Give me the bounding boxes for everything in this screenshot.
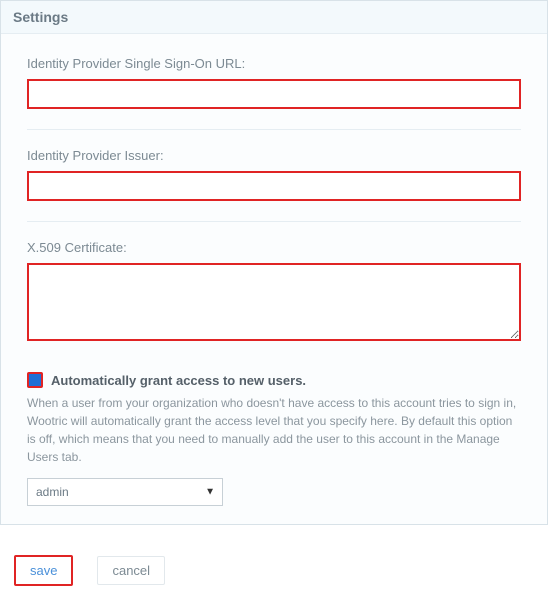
save-button[interactable]: save	[14, 555, 73, 586]
divider	[27, 129, 521, 130]
cert-textarea[interactable]	[27, 263, 521, 341]
issuer-input[interactable]	[27, 171, 521, 201]
role-select[interactable]: admin	[27, 478, 223, 506]
divider	[27, 221, 521, 222]
checkbox-icon[interactable]	[27, 372, 43, 388]
auto-grant-help: When a user from your organization who d…	[27, 394, 521, 466]
issuer-label: Identity Provider Issuer:	[27, 148, 521, 163]
auto-grant-checkbox-row[interactable]: Automatically grant access to new users.	[27, 372, 521, 388]
actions-row: save cancel	[0, 545, 548, 596]
panel-title: Settings	[1, 1, 547, 33]
sso-url-label: Identity Provider Single Sign-On URL:	[27, 56, 521, 71]
sso-url-input[interactable]	[27, 79, 521, 109]
cert-label: X.509 Certificate:	[27, 240, 521, 255]
settings-panel: Settings Identity Provider Single Sign-O…	[0, 0, 548, 525]
role-select-wrap: admin ▼	[27, 478, 223, 506]
cancel-button[interactable]: cancel	[97, 556, 165, 585]
panel-body: Identity Provider Single Sign-On URL: Id…	[1, 33, 547, 524]
auto-grant-label: Automatically grant access to new users.	[51, 373, 306, 388]
